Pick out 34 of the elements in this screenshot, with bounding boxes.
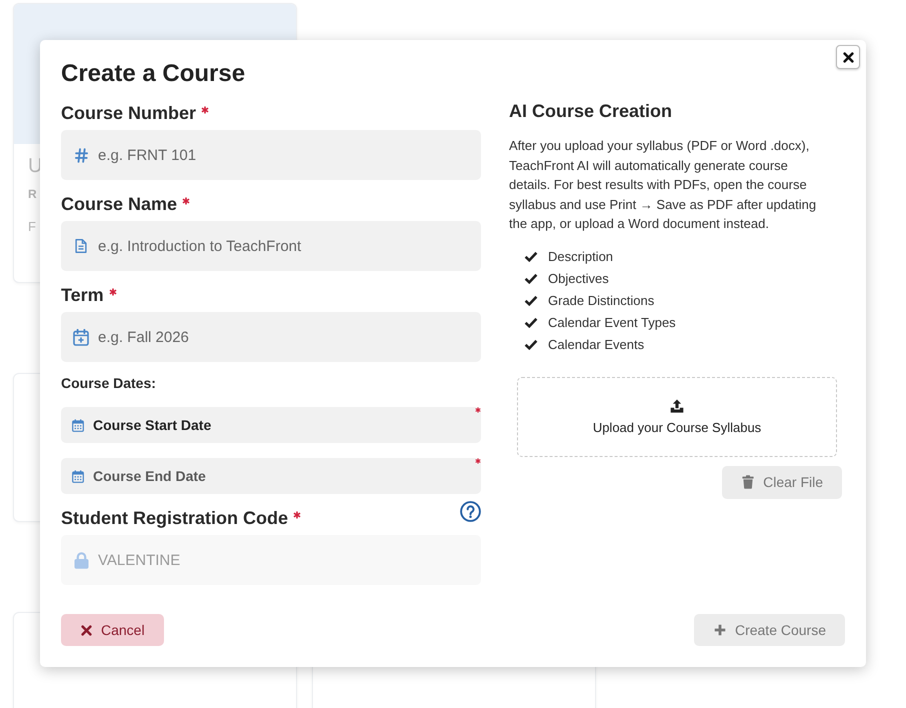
field-label: Student Registration Code	[61, 507, 288, 530]
feature-label: Grade Distinctions	[548, 293, 654, 308]
document-icon	[75, 238, 87, 254]
hash-icon	[74, 148, 88, 162]
card-code: R	[28, 186, 37, 202]
lock-icon	[74, 552, 88, 568]
upload-dropzone[interactable]: Upload your Course Syllabus	[517, 376, 837, 456]
panel-heading: AI Course Creation	[509, 100, 674, 123]
section-label: Course Dates:	[61, 374, 156, 392]
upload-icon	[670, 398, 684, 412]
input-field[interactable]: e.g. FRNT 101	[61, 130, 481, 180]
feature-label: Calendar Event Types	[548, 315, 676, 330]
calendar-icon	[72, 470, 84, 482]
feature-label: Description	[548, 249, 614, 264]
input-field[interactable]: e.g. Fall 2026	[61, 312, 481, 362]
calendar-plus-icon	[73, 328, 89, 346]
dialog-title: Create a Course	[61, 59, 246, 89]
date-field[interactable]: Course End Date	[61, 458, 481, 494]
field-label: Term	[61, 284, 104, 307]
plus-icon	[714, 624, 726, 636]
input-field[interactable]: e.g. Introduction to TeachFront	[61, 221, 481, 271]
feature-label: Objectives	[548, 271, 609, 286]
card-detail: F	[28, 219, 36, 235]
feature-label: Calendar Events	[548, 337, 644, 352]
trash-icon	[742, 475, 754, 489]
calendar-icon	[72, 418, 84, 432]
field-label: Course Number	[61, 102, 196, 125]
close-icon	[842, 52, 854, 62]
cancel-button[interactable]: Cancel	[61, 614, 164, 646]
date-field[interactable]: Course Start Date	[61, 407, 481, 443]
panel-description: After you upload your syllabus (PDF or Word .docx), TeachFront AI will automatically generate course details. For best results with PDFs, open the course syllabus and use Print → Save as PDF after updating the app, or upload a Word document instead.	[509, 137, 818, 233]
x-icon	[81, 624, 92, 636]
close-button[interactable]	[836, 45, 860, 69]
field-label: Course Name	[61, 193, 178, 216]
